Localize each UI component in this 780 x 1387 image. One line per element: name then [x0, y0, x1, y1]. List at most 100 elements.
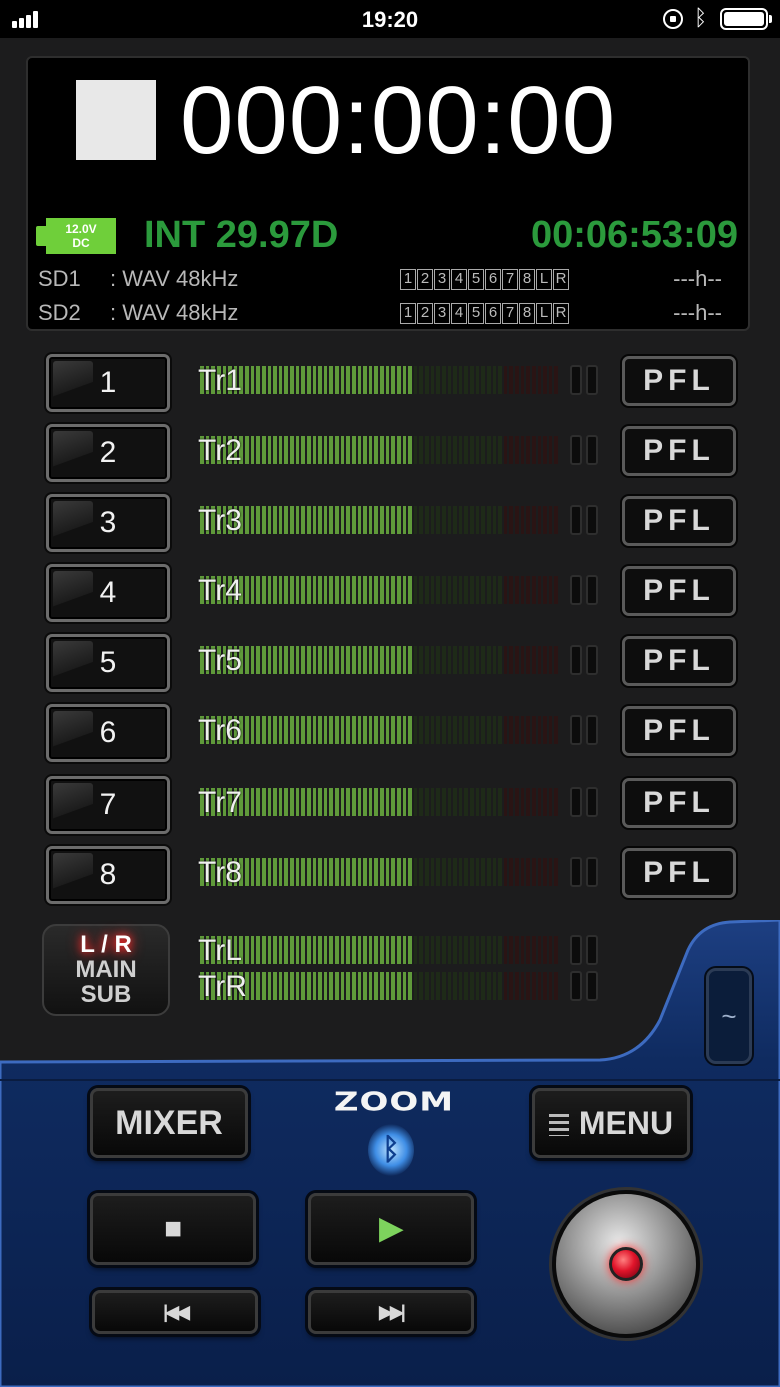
meter-segment: [520, 506, 525, 534]
sd1-track-boxes: 12345678LR: [400, 269, 569, 290]
meter-segment: [458, 858, 463, 886]
lr-main-sub-button[interactable]: L / R MAIN SUB: [42, 924, 170, 1016]
meter-segment: [380, 788, 384, 816]
fast-forward-button[interactable]: ▶▶|: [308, 1290, 474, 1334]
track-button-4[interactable]: 4: [46, 564, 170, 622]
meter-segment: [357, 858, 362, 886]
meter-segment: [453, 506, 457, 534]
meter-segment: [306, 506, 311, 534]
track-button-6[interactable]: 6: [46, 704, 170, 762]
meter-segment: [498, 436, 502, 464]
meter-segment: [391, 576, 395, 604]
meter-segment: [284, 646, 288, 674]
meter-segment: [323, 576, 328, 604]
pfl-button-3[interactable]: PFL: [622, 496, 736, 546]
sd2-track-boxes: 12345678LR: [400, 303, 569, 324]
meter-segment: [385, 858, 390, 886]
meter-segment: [464, 788, 468, 816]
meter-segment: [396, 436, 401, 464]
meter-segment: [329, 788, 333, 816]
mixer-button[interactable]: MIXER: [90, 1088, 248, 1158]
meter-segment: [245, 506, 249, 534]
track-button-3[interactable]: 3: [46, 494, 170, 552]
menu-button[interactable]: MENU: [532, 1088, 690, 1158]
meter-segment: [537, 716, 542, 744]
meter-segment: [357, 936, 362, 964]
meter-segment: [374, 788, 378, 816]
meter-segment: [543, 972, 547, 1000]
meter-segment: [447, 436, 452, 464]
pfl-button-5[interactable]: PFL: [622, 636, 736, 686]
meter-segment: [368, 936, 373, 964]
meter-segment: [503, 972, 508, 1000]
meter-segment: [492, 788, 497, 816]
track-button-5[interactable]: 5: [46, 634, 170, 692]
meter-segment: [436, 436, 440, 464]
track-box: 7: [502, 303, 518, 324]
track-number: 8: [99, 858, 117, 891]
meter-segment: [284, 788, 288, 816]
meter-segment: [396, 646, 401, 674]
meter-segment: [340, 506, 345, 534]
meter-segment: [554, 936, 558, 964]
pfl-button-6[interactable]: PFL: [622, 706, 736, 756]
meter-segment: [396, 576, 401, 604]
pfl-button-2[interactable]: PFL: [622, 426, 736, 476]
meter-segment: [413, 646, 418, 674]
meter-segment: [464, 436, 468, 464]
meter-segment: [380, 576, 384, 604]
scroll-handle[interactable]: ~: [706, 968, 752, 1064]
stop-button[interactable]: ■: [90, 1193, 256, 1265]
track-box: 8: [519, 269, 535, 290]
peak-indicator: [570, 365, 602, 395]
meter-segment: [346, 436, 350, 464]
track-button-1[interactable]: 1: [46, 354, 170, 412]
pfl-button-8[interactable]: PFL: [622, 848, 736, 898]
record-button[interactable]: [552, 1190, 700, 1338]
meter-segment: [464, 972, 468, 1000]
track-button-8[interactable]: 8: [46, 846, 170, 904]
meter-segment: [391, 506, 395, 534]
meter-segment: [447, 972, 452, 1000]
meter-segment: [267, 858, 272, 886]
meter-segment: [509, 506, 513, 534]
play-button[interactable]: ▶: [308, 1193, 474, 1265]
meter-segment: [312, 858, 317, 886]
meter-segment: [408, 506, 412, 534]
meter-segment: [335, 366, 339, 394]
track-number: 6: [99, 716, 117, 749]
pfl-button-7[interactable]: PFL: [622, 778, 736, 828]
meter-segment: [413, 576, 418, 604]
meter-segment: [430, 788, 435, 816]
meter-segment: [267, 936, 272, 964]
pfl-button-1[interactable]: PFL: [622, 356, 736, 406]
meter-segment: [335, 936, 339, 964]
meter-segment: [256, 716, 260, 744]
meter-segment: [492, 972, 497, 1000]
meter-segment: [290, 646, 294, 674]
meter-segment: [245, 576, 249, 604]
meter-segment: [318, 788, 322, 816]
meter-segment: [413, 936, 418, 964]
track-button-7[interactable]: 7: [46, 776, 170, 834]
meter-segment: [548, 436, 553, 464]
meter-segment: [486, 788, 491, 816]
meter-segment: [374, 576, 378, 604]
meter-segment: [368, 576, 373, 604]
meter-segment: [492, 646, 497, 674]
meter-segment: [374, 858, 378, 886]
meter-segment: [329, 936, 333, 964]
meter-segment: [470, 576, 474, 604]
meter-segment: [436, 788, 440, 816]
meter-segment: [284, 716, 288, 744]
meter-segment: [318, 716, 322, 744]
meter-segment: [425, 506, 429, 534]
rewind-button[interactable]: |◀◀: [92, 1290, 258, 1334]
meter-segment: [391, 788, 395, 816]
meter-segment: [509, 436, 513, 464]
track-button-2[interactable]: 2: [46, 424, 170, 482]
meter-segment: [318, 646, 322, 674]
record-led-icon: [609, 1247, 643, 1281]
pfl-button-4[interactable]: PFL: [622, 566, 736, 616]
meter-segment: [329, 716, 333, 744]
